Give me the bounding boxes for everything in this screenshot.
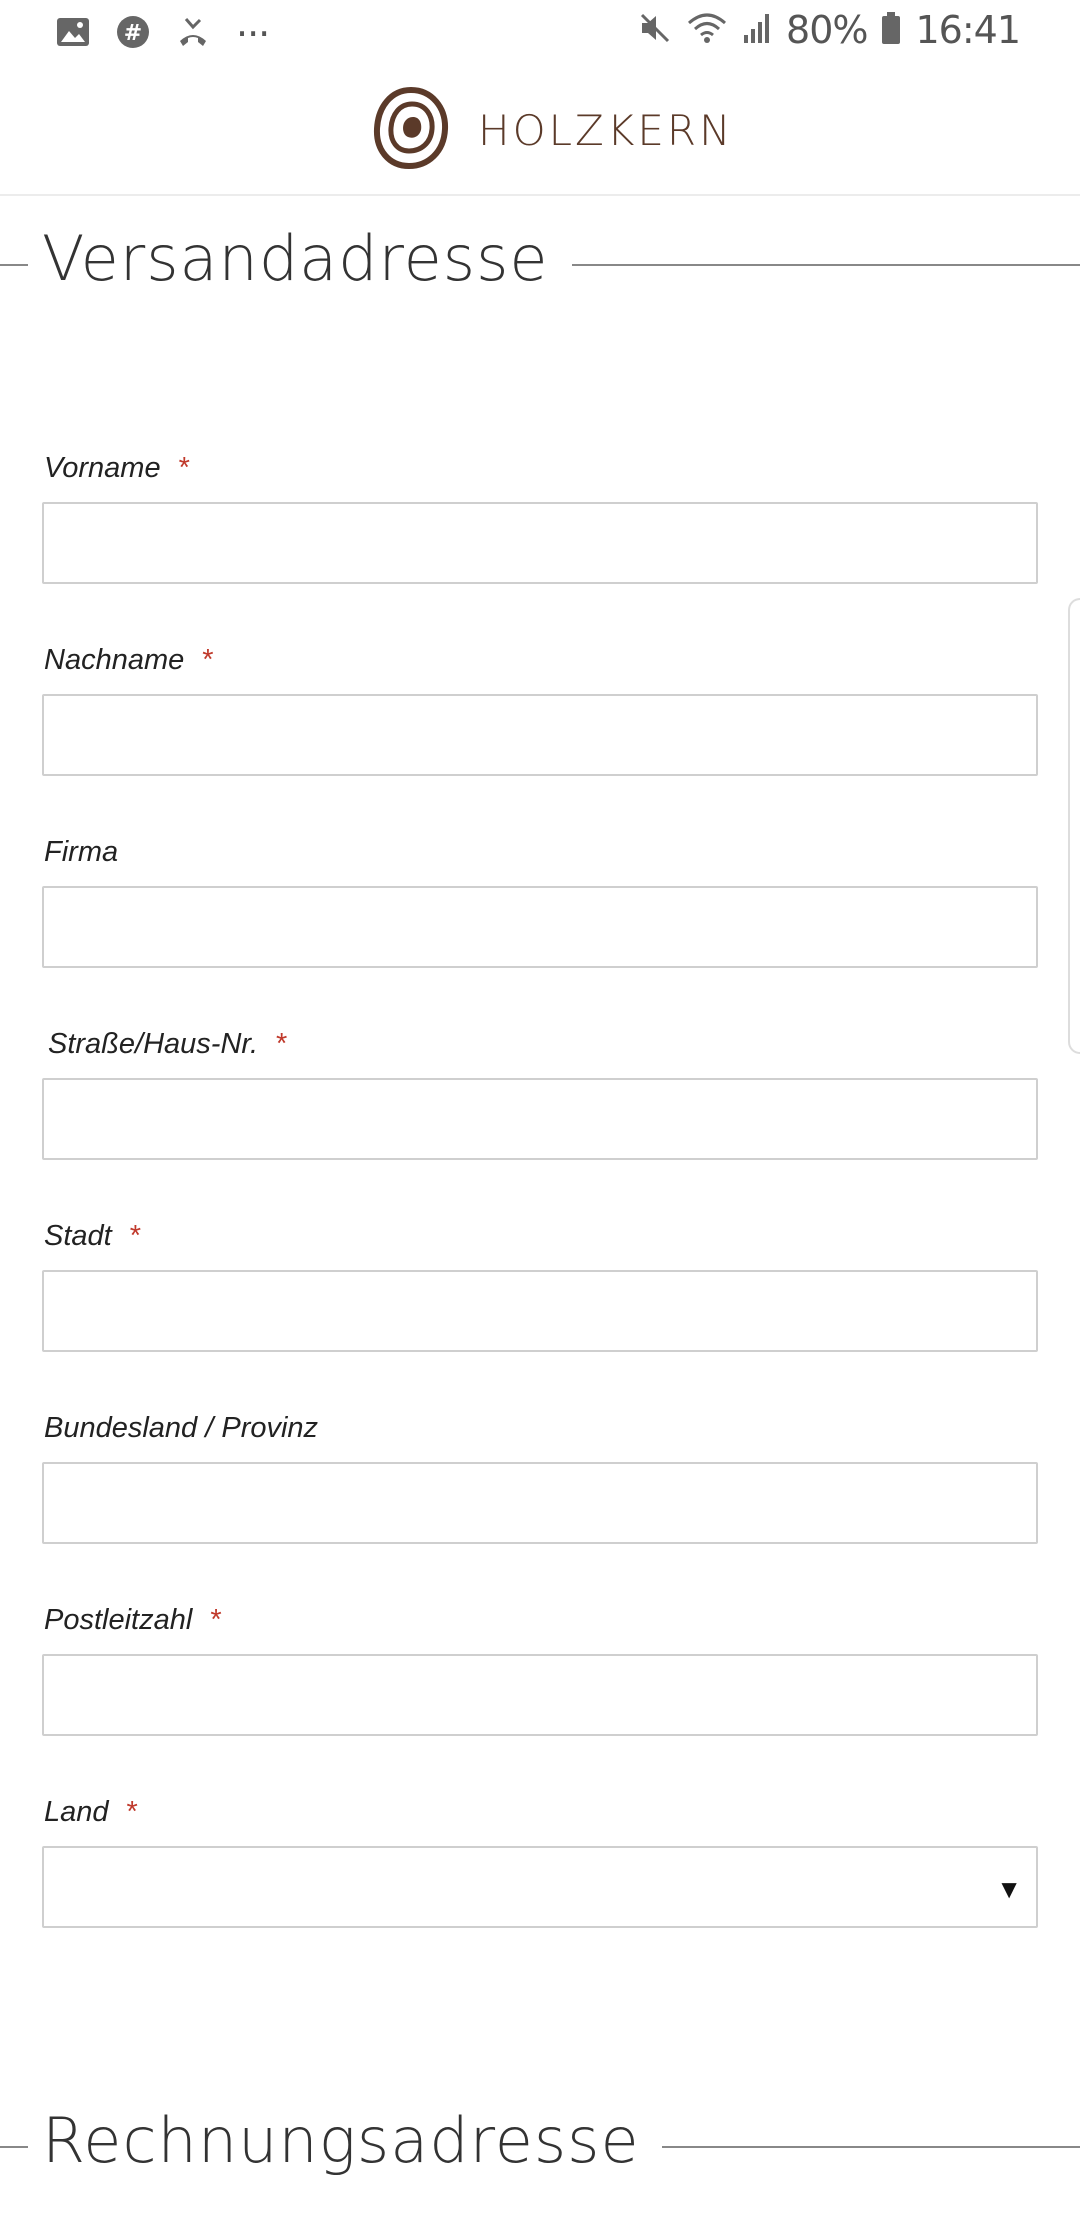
svg-text:#: # [124,21,142,46]
field-label-firma: Firma [44,836,118,869]
postleitzahl-input-box[interactable] [42,1654,1038,1736]
site-header: HOLZKERN [0,64,1080,196]
signal-icon [742,11,772,50]
strasse-input-box[interactable] [42,1078,1038,1160]
field-label-land: Land * [44,1796,138,1829]
vorname-input-box[interactable] [42,502,1038,584]
divider-right [572,264,1080,266]
required-marker: * [178,452,190,484]
postleitzahl-input[interactable] [44,1656,1036,1734]
battery-icon [881,11,901,50]
strasse-input[interactable] [44,1080,1036,1158]
divider-left [0,264,28,266]
status-bar-right: 80% 16:41 [638,8,1021,52]
gallery-icon [56,17,90,52]
required-marker: * [126,1796,138,1828]
field-label-nachname: Nachname * [44,644,214,677]
divider-right [662,2146,1080,2148]
stadt-input[interactable] [44,1272,1036,1350]
mute-icon [638,11,672,50]
required-marker: * [129,1220,142,1252]
wood-ring-logo-icon [372,86,450,175]
billing-section-header: Rechnungsadresse [0,2104,1080,2194]
land-select[interactable]: ▼ [42,1846,1038,1928]
label-text: Firma [44,836,119,868]
wifi-icon [686,11,728,50]
nachname-input-box[interactable] [42,694,1038,776]
nachname-input[interactable] [44,696,1036,774]
firma-input[interactable] [44,888,1036,966]
more-notifications-icon: ··· [236,12,270,56]
label-text: Straße/Haus-Nr. [48,1028,259,1060]
battery-percent: 80% [786,8,868,52]
field-label-postleitzahl: Postleitzahl * [44,1604,222,1637]
label-text: Stadt [44,1220,112,1252]
field-label-strasse: Straße/Haus-Nr. * [48,1028,287,1061]
bundesland-input[interactable] [44,1464,1036,1542]
divider-left [0,2146,28,2148]
stadt-input-box[interactable] [42,1270,1038,1352]
status-bar-left: # ··· [56,12,270,56]
label-text: Postleitzahl [44,1604,193,1636]
field-label-stadt: Stadt * [44,1220,141,1253]
shipping-section-header: Versandadresse [0,222,1080,312]
field-label-vorname: Vorname * [44,452,190,485]
required-marker: * [210,1604,222,1636]
dropdown-arrow-icon[interactable]: ▼ [996,1874,1022,1905]
brand-logo[interactable]: HOLZKERN [372,86,734,175]
firma-input-box[interactable] [42,886,1038,968]
required-marker: * [276,1028,288,1060]
label-text: Nachname [44,644,185,676]
bundesland-input-box[interactable] [42,1462,1038,1544]
hashtag-app-icon: # [116,15,150,54]
edge-panel-handle[interactable] [1068,598,1080,1054]
brand-name: HOLZKERN [478,106,734,155]
label-text: Bundesland / Provinz [44,1412,319,1444]
missed-call-icon [176,15,210,54]
vorname-input[interactable] [44,504,1036,582]
shipping-title: Versandadresse [42,222,549,295]
field-label-bundesland: Bundesland / Provinz [44,1412,318,1445]
billing-title: Rechnungsadresse [42,2104,640,2177]
clock: 16:41 [915,8,1021,52]
label-text: Land [44,1796,109,1828]
label-text: Vorname [44,452,161,484]
required-marker: * [202,644,214,676]
status-bar: # ··· 80% 16:41 [0,0,1080,64]
